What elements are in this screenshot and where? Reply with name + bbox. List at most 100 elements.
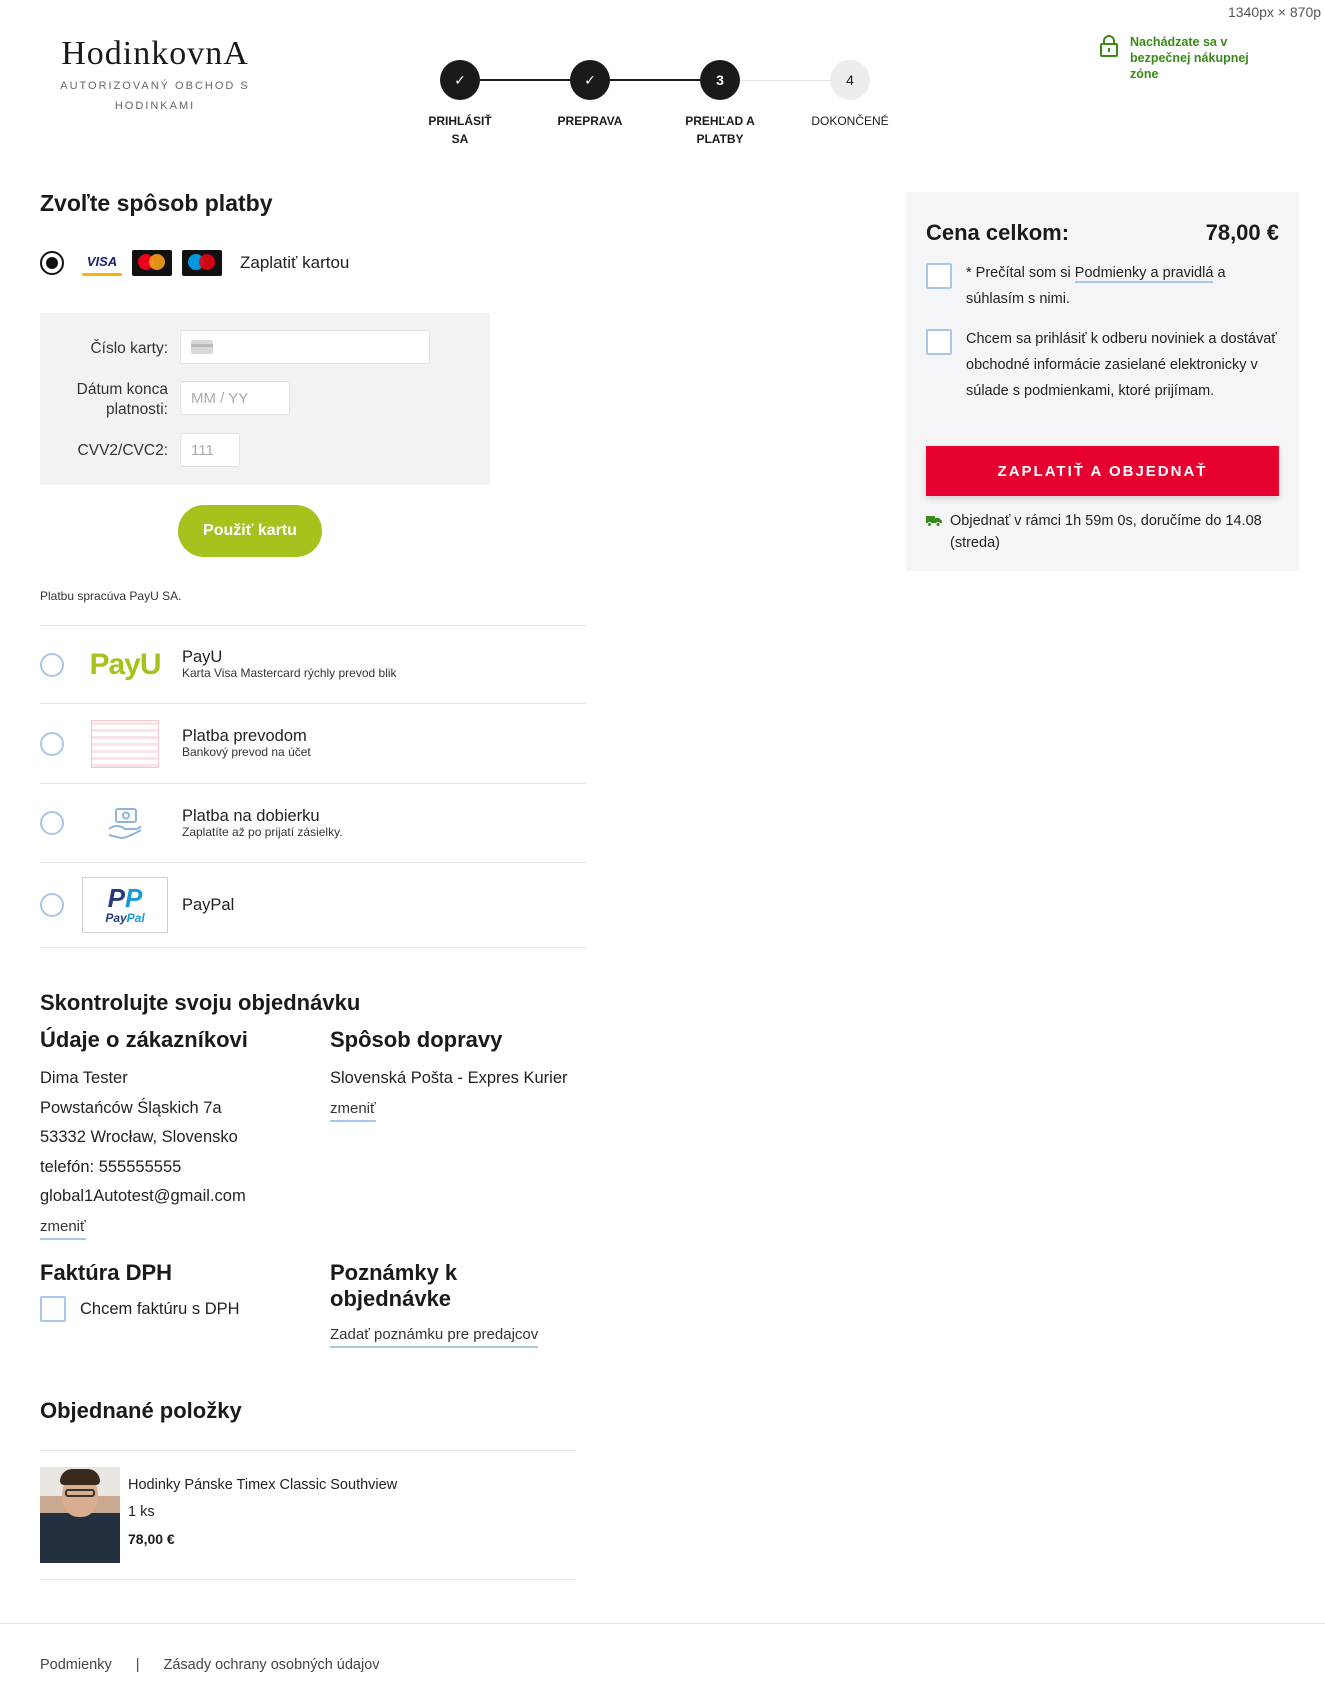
secure-zone-text: Nachádzate sa v bezpečnej nákupnej zóne — [1130, 35, 1249, 81]
method-desc: Bankový prevod na účet — [182, 745, 311, 759]
newsletter-text: Chcem sa prihlásiť k odberu noviniek a d… — [966, 331, 1277, 399]
customer-name: Dima Tester — [40, 1069, 128, 1087]
expiry-input[interactable]: MM / YY — [180, 381, 290, 415]
step-check-icon: ✓ — [570, 60, 610, 100]
method-name: Platba prevodom — [182, 727, 307, 745]
add-note-link[interactable]: Zadať poznámku pre predajcov — [330, 1326, 539, 1348]
item-price: 78,00 € — [128, 1531, 175, 1547]
change-shipping-link[interactable]: zmeniť — [330, 1100, 376, 1122]
method-name: PayU — [182, 648, 223, 666]
cod-radio[interactable] — [40, 811, 64, 835]
order-summary: Cena celkom: 78,00 € * Prečítal som si P… — [906, 192, 1299, 571]
paypal-logo-icon: PP PayPal — [82, 877, 168, 933]
footer: Podmienky | Zásady ochrany osobných údaj… — [40, 1657, 380, 1673]
shipping-info: Slovenská Pošta - Expres Kurier zmeniť — [330, 1064, 568, 1122]
card-option-label: Zaplatiť kartou — [240, 253, 350, 272]
payment-title: Zvoľte spôsob platby — [40, 190, 273, 216]
delivery-note: Objednať v rámci 1h 59m 0s, doručíme do … — [926, 510, 1279, 554]
step-label: PREPRAVA — [557, 114, 623, 128]
cash-hand-icon — [82, 795, 168, 851]
vat-title: Faktúra DPH — [40, 1260, 173, 1285]
payment-method-transfer[interactable]: Platba prevodom Bankový prevod na účet — [40, 703, 586, 783]
pay-and-order-button[interactable]: ZAPLATIŤ A OBJEDNAŤ — [926, 446, 1279, 496]
customer-email: global1Autotest@gmail.com — [40, 1187, 246, 1205]
terms-text: * Prečítal som si Podmienky a pravidlá a… — [966, 265, 1226, 307]
customer-info: Dima Tester Powstańców Śląskich 7a 53332… — [40, 1064, 246, 1240]
customer-city: 53332 Wrocław, Slovensko — [40, 1128, 238, 1146]
product-thumbnail[interactable] — [40, 1467, 120, 1563]
maestro-icon — [182, 250, 222, 276]
method-desc: Zaplatíte až po prijatí zásielky. — [182, 824, 343, 839]
newsletter-row[interactable]: Chcem sa prihlásiť k odberu noviniek a d… — [926, 326, 1279, 404]
customer-phone: telefón: 555555555 — [40, 1157, 182, 1176]
credit-card-icon — [191, 340, 213, 354]
viewport-size-label: 1340px × 870p — [1228, 4, 1322, 20]
payment-method-paypal[interactable]: PP PayPal PayPal — [40, 862, 586, 948]
delivery-note-text: Objednať v rámci 1h 59m 0s, doručíme do … — [950, 513, 1262, 551]
card-radio[interactable] — [40, 251, 64, 275]
cvv-input[interactable]: 111 — [180, 433, 240, 467]
footer-terms-link[interactable]: Podmienky — [40, 1657, 112, 1673]
newsletter-checkbox[interactable] — [926, 329, 952, 355]
card-form: Číslo karty: Dátum konca platnosti: MM /… — [40, 313, 490, 485]
brand-name: HodinkovnA — [61, 35, 249, 72]
step-label: PREHĽAD A PLATBY — [685, 114, 755, 146]
vat-checkbox[interactable] — [40, 1296, 66, 1322]
item-qty: 1 ks — [128, 1504, 155, 1520]
payment-method-cod[interactable]: Platba na dobierku Zaplatíte až po prija… — [40, 783, 586, 862]
terms-checkbox[interactable] — [926, 263, 952, 289]
shipping-title: Spôsob dopravy — [330, 1027, 503, 1052]
vat-checkbox-label: Chcem faktúru s DPH — [80, 1299, 240, 1318]
use-card-button[interactable]: Použiť kartu — [178, 505, 322, 557]
method-name: PayPal — [182, 896, 235, 914]
expiry-label: Dátum konca platnosti: — [76, 381, 168, 418]
terms-row[interactable]: * Prečítal som si Podmienky a pravidlá a… — [926, 260, 1279, 312]
footer-divider — [0, 1623, 1325, 1624]
total-value: 78,00 € — [1205, 220, 1279, 245]
mastercard-icon — [132, 250, 172, 276]
vat-checkbox-row[interactable]: Chcem faktúru s DPH — [40, 1296, 240, 1322]
review-title: Skontrolujte svoju objednávku — [40, 990, 361, 1015]
payment-methods: PayU PayU Karta Visa Mastercard rýchly p… — [40, 625, 586, 948]
step-login[interactable]: ✓ PRIHLÁSIŤ SA — [400, 60, 520, 148]
step-label: PRIHLÁSIŤ SA — [428, 114, 492, 146]
item-name[interactable]: Hodinky Pánske Timex Classic Southview — [128, 1477, 397, 1493]
transfer-radio[interactable] — [40, 731, 64, 756]
step-number: 4 — [830, 60, 870, 100]
checkout-steps: ✓ PRIHLÁSIŤ SA ✓ PREPRAVA 3 PREHĽAD A PL… — [420, 60, 920, 160]
cvv-label: CVV2/CVC2: — [77, 442, 168, 459]
payu-radio[interactable] — [40, 652, 64, 677]
step-shipping[interactable]: ✓ PREPRAVA — [530, 60, 650, 130]
terms-link[interactable]: Podmienky a pravidlá — [1074, 265, 1214, 283]
card-payment-option[interactable]: VISA Zaplatiť kartou — [40, 250, 349, 276]
footer-separator: | — [135, 1657, 140, 1673]
payment-method-payu[interactable]: PayU PayU Karta Visa Mastercard rýchly p… — [40, 625, 586, 703]
items-title: Objednané položky — [40, 1398, 242, 1423]
truck-icon — [926, 516, 942, 527]
method-name: Platba na dobierku — [182, 806, 320, 825]
customer-street: Powstańców Śląskich 7a — [40, 1098, 222, 1117]
method-desc: Karta Visa Mastercard rýchly prevod blik — [182, 666, 397, 680]
step-number: 3 — [700, 60, 740, 100]
secure-zone-notice: Nachádzate sa v bezpečnej nákupnej zóne — [1098, 34, 1268, 82]
store-logo[interactable]: HodinkovnA AUTORIZOVANÝ OBCHOD S HODINKA… — [36, 34, 274, 116]
visa-icon: VISA — [82, 250, 122, 276]
payu-logo-icon: PayU — [89, 647, 161, 681]
step-done: 4 DOKONČENÉ — [790, 60, 910, 130]
change-customer-link[interactable]: zmeniť — [40, 1218, 86, 1240]
notes-title: Poznámky k objednávke — [330, 1260, 458, 1311]
shipping-method: Slovenská Pošta - Expres Kurier — [330, 1069, 568, 1087]
card-number-input[interactable] — [180, 330, 430, 364]
footer-privacy-link[interactable]: Zásady ochrany osobných údajov — [164, 1657, 380, 1673]
card-number-label: Číslo karty: — [90, 340, 168, 357]
total-row: Cena celkom: 78,00 € — [926, 220, 1279, 246]
processor-note: Platbu spracúva PayU SA. — [40, 589, 182, 603]
step-check-icon: ✓ — [440, 60, 480, 100]
paypal-radio[interactable] — [40, 893, 64, 917]
lock-icon — [1100, 35, 1118, 57]
total-label: Cena celkom: — [926, 220, 1070, 245]
step-label: DOKONČENÉ — [811, 114, 889, 128]
brand-tagline: AUTORIZOVANÝ OBCHOD S HODINKAMI — [60, 80, 250, 112]
order-item: Hodinky Pánske Timex Classic Southview 1… — [40, 1450, 576, 1580]
step-review: 3 PREHĽAD A PLATBY — [660, 60, 780, 148]
